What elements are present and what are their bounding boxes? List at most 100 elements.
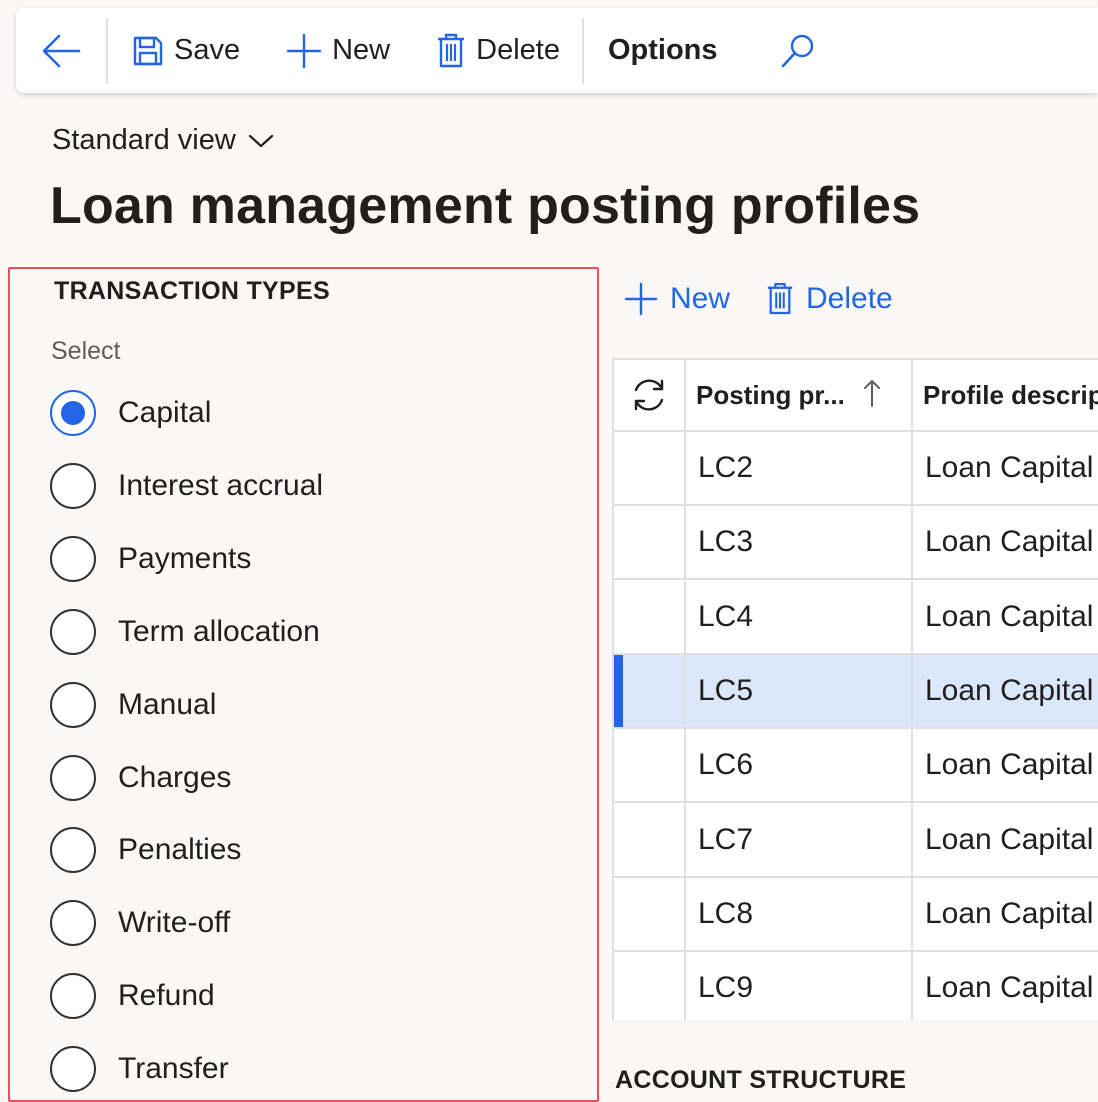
grid-delete-button[interactable]: Delete [766,282,893,316]
refresh-button[interactable] [614,360,686,430]
table-row[interactable]: LC5 Loan Capital [614,654,1098,729]
grid-delete-label: Delete [806,282,893,315]
radio-label: Interest accrual [118,468,324,502]
radio-label: Manual [118,687,217,721]
action-pane: Save New Delete Options [16,8,1098,93]
radio-option[interactable]: Charges [50,753,231,803]
row-selector[interactable] [614,654,686,727]
grid-new-label: New [670,282,731,315]
table-row[interactable]: LC3 Loan Capital [614,506,1098,581]
table-row[interactable]: LC9 Loan Capital [614,952,1098,1020]
radio-button[interactable] [50,900,96,947]
cell-profile-description[interactable]: Loan Capital [913,432,1098,504]
table-row[interactable]: LC2 Loan Capital [614,432,1098,506]
radio-option[interactable]: Penalties [50,825,241,875]
column-header-posting-profile[interactable]: Posting pr... [686,360,913,430]
plus-icon [624,282,658,316]
radio-option[interactable]: Manual [50,680,216,730]
radio-button[interactable] [50,827,96,874]
column-header-label: Posting pr... [696,379,845,410]
save-label: Save [174,34,241,66]
cell-profile-description[interactable]: Loan Capital [913,581,1098,653]
radio-label: Payments [118,541,252,575]
radio-option[interactable]: Interest accrual [50,461,323,511]
back-arrow-icon [42,34,81,67]
trash-icon [438,33,465,67]
column-header-profile-description[interactable]: Profile descript [913,360,1098,430]
table-row[interactable]: LC8 Loan Capital [614,877,1098,952]
toolbar-divider [106,17,108,84]
radio-label: Transfer [118,1052,229,1086]
select-label: Select [51,337,121,365]
radio-option[interactable]: Transfer [50,1044,229,1094]
radio-label: Refund [118,979,215,1013]
cell-posting-profile[interactable]: LC5 [686,654,913,727]
radio-option[interactable]: Payments [50,534,251,584]
transaction-types-panel: TRANSACTION TYPES Select Capital Interest… [8,267,599,1102]
cell-posting-profile[interactable]: LC8 [686,877,913,950]
cell-posting-profile[interactable]: LC3 [686,506,913,579]
table-row[interactable]: LC7 Loan Capital [614,803,1098,878]
delete-button[interactable]: Delete [436,8,560,93]
radio-option[interactable]: Refund [50,971,215,1021]
page-title: Loan management posting profiles [50,177,921,235]
radio-button-checked[interactable] [50,390,96,436]
radio-label: Charges [118,760,232,794]
grid-new-button[interactable]: New [624,282,730,316]
new-button[interactable]: New [286,8,390,93]
radio-dot [61,401,85,425]
back-button[interactable] [16,8,106,93]
chevron-down-icon [248,134,273,147]
row-selector[interactable] [614,506,686,579]
sort-ascending-icon [864,380,880,407]
radio-button[interactable] [50,754,96,801]
row-selector[interactable] [614,580,686,653]
radio-label: Write-off [118,906,231,940]
cell-posting-profile[interactable]: LC7 [686,803,913,876]
cell-profile-description[interactable]: Loan Capital [913,804,1098,876]
column-header-label: Profile descript [923,379,1098,410]
row-selector[interactable] [614,952,686,1020]
refresh-icon [634,379,664,411]
cell-profile-description[interactable]: Loan Capital [913,952,1098,1020]
cell-profile-description[interactable]: Loan Capital [913,655,1098,727]
grid-action-bar: New Delete [624,282,893,316]
table-row[interactable]: LC4 Loan Capital [614,580,1098,655]
radio-label: Capital [118,396,212,429]
options-tab[interactable]: Options [608,34,718,67]
grid-header: Posting pr... Profile descript [614,360,1098,432]
cell-posting-profile[interactable]: LC4 [686,580,913,653]
radio-button[interactable] [50,462,96,509]
row-selector[interactable] [614,432,686,504]
radio-option[interactable]: Term allocation [50,607,320,657]
radio-label: Penalties [118,833,242,867]
cell-profile-description[interactable]: Loan Capital [913,729,1098,801]
cell-profile-description[interactable]: Loan Capital [913,506,1098,578]
trash-icon [767,282,793,315]
radio-button[interactable] [50,681,96,728]
account-structure-heading: ACCOUNT STRUCTURE [615,1066,907,1094]
cell-posting-profile[interactable]: LC2 [686,432,913,504]
toolbar-divider [581,17,584,84]
radio-option[interactable]: Capital [50,388,211,438]
cell-posting-profile[interactable]: LC9 [686,952,913,1020]
cell-posting-profile[interactable]: LC6 [686,729,913,802]
radio-option[interactable]: Write-off [50,898,230,948]
delete-label: Delete [476,34,560,66]
save-icon [133,36,163,65]
search-button[interactable] [780,33,816,69]
table-row[interactable]: LC6 Loan Capital [614,729,1098,804]
posting-profiles-grid: Posting pr... Profile descript LC2 Loan C… [612,358,1098,1020]
view-selector[interactable]: Standard view [52,124,274,157]
search-icon [781,34,813,67]
row-selector[interactable] [614,729,686,802]
new-label: New [332,34,391,66]
cell-profile-description[interactable]: Loan Capital [913,878,1098,950]
radio-button[interactable] [50,535,96,582]
radio-button[interactable] [50,608,96,655]
radio-button[interactable] [50,973,96,1020]
row-selector[interactable] [614,877,686,950]
radio-button[interactable] [50,1046,96,1093]
save-button[interactable]: Save [132,8,240,93]
row-selector[interactable] [614,803,686,876]
